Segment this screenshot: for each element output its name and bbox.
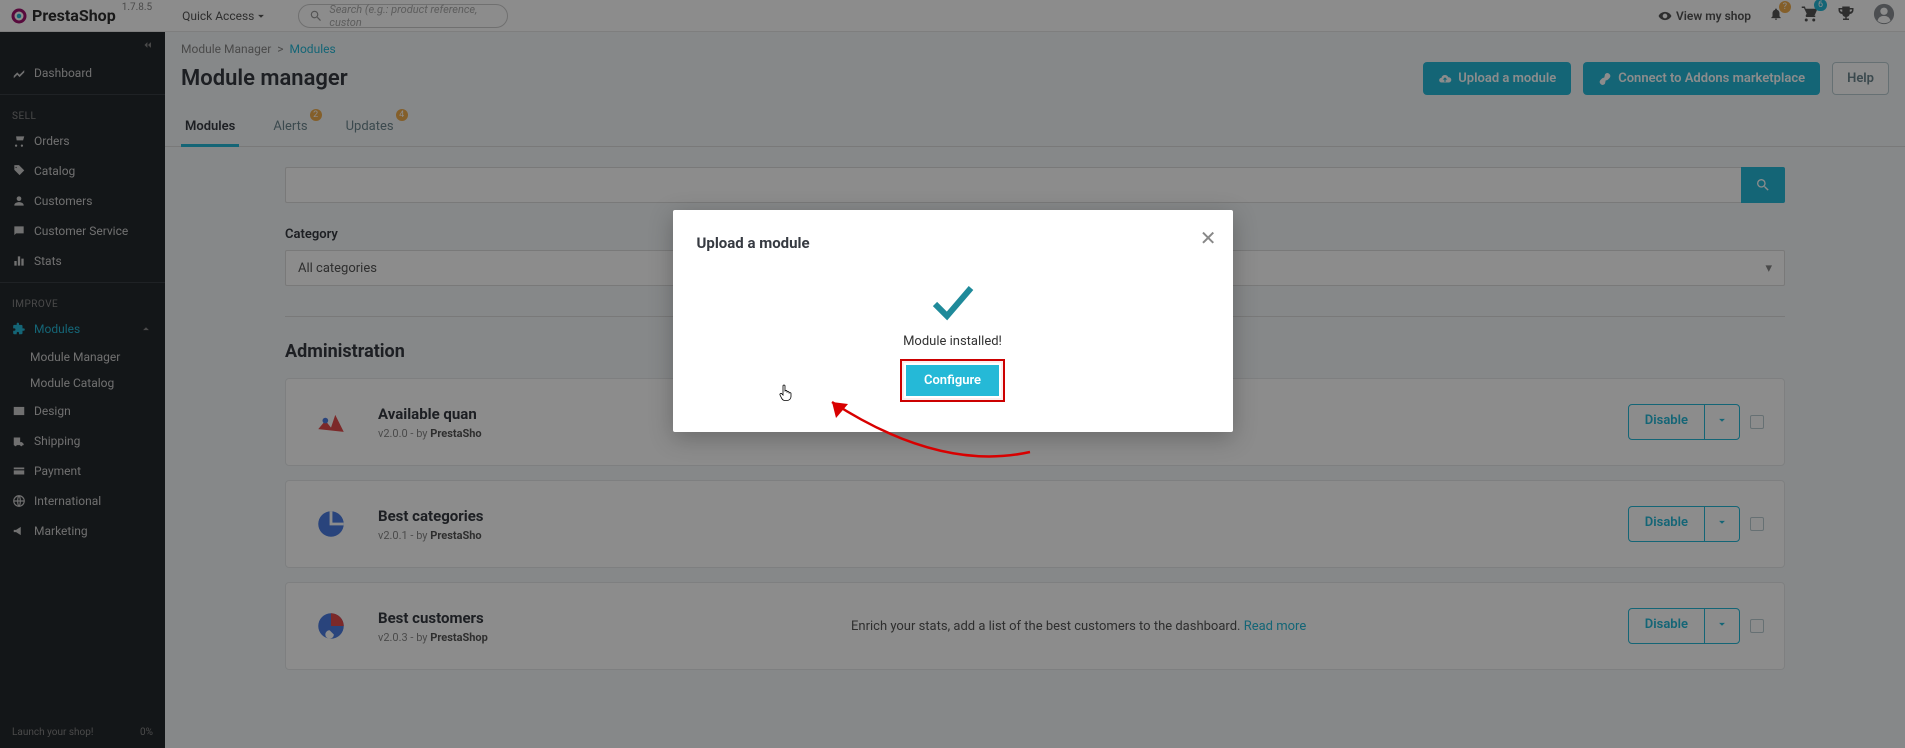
modal-title: Upload a module [697, 234, 1209, 252]
modal-backdrop[interactable]: Upload a module ✕ Module installed! Conf… [0, 0, 1905, 748]
configure-highlight: Configure [902, 361, 1003, 400]
upload-module-modal: Upload a module ✕ Module installed! Conf… [673, 210, 1233, 432]
modal-message: Module installed! [697, 334, 1209, 349]
success-check-icon [697, 282, 1209, 326]
configure-button[interactable]: Configure [906, 365, 999, 396]
modal-close-button[interactable]: ✕ [1200, 226, 1217, 250]
